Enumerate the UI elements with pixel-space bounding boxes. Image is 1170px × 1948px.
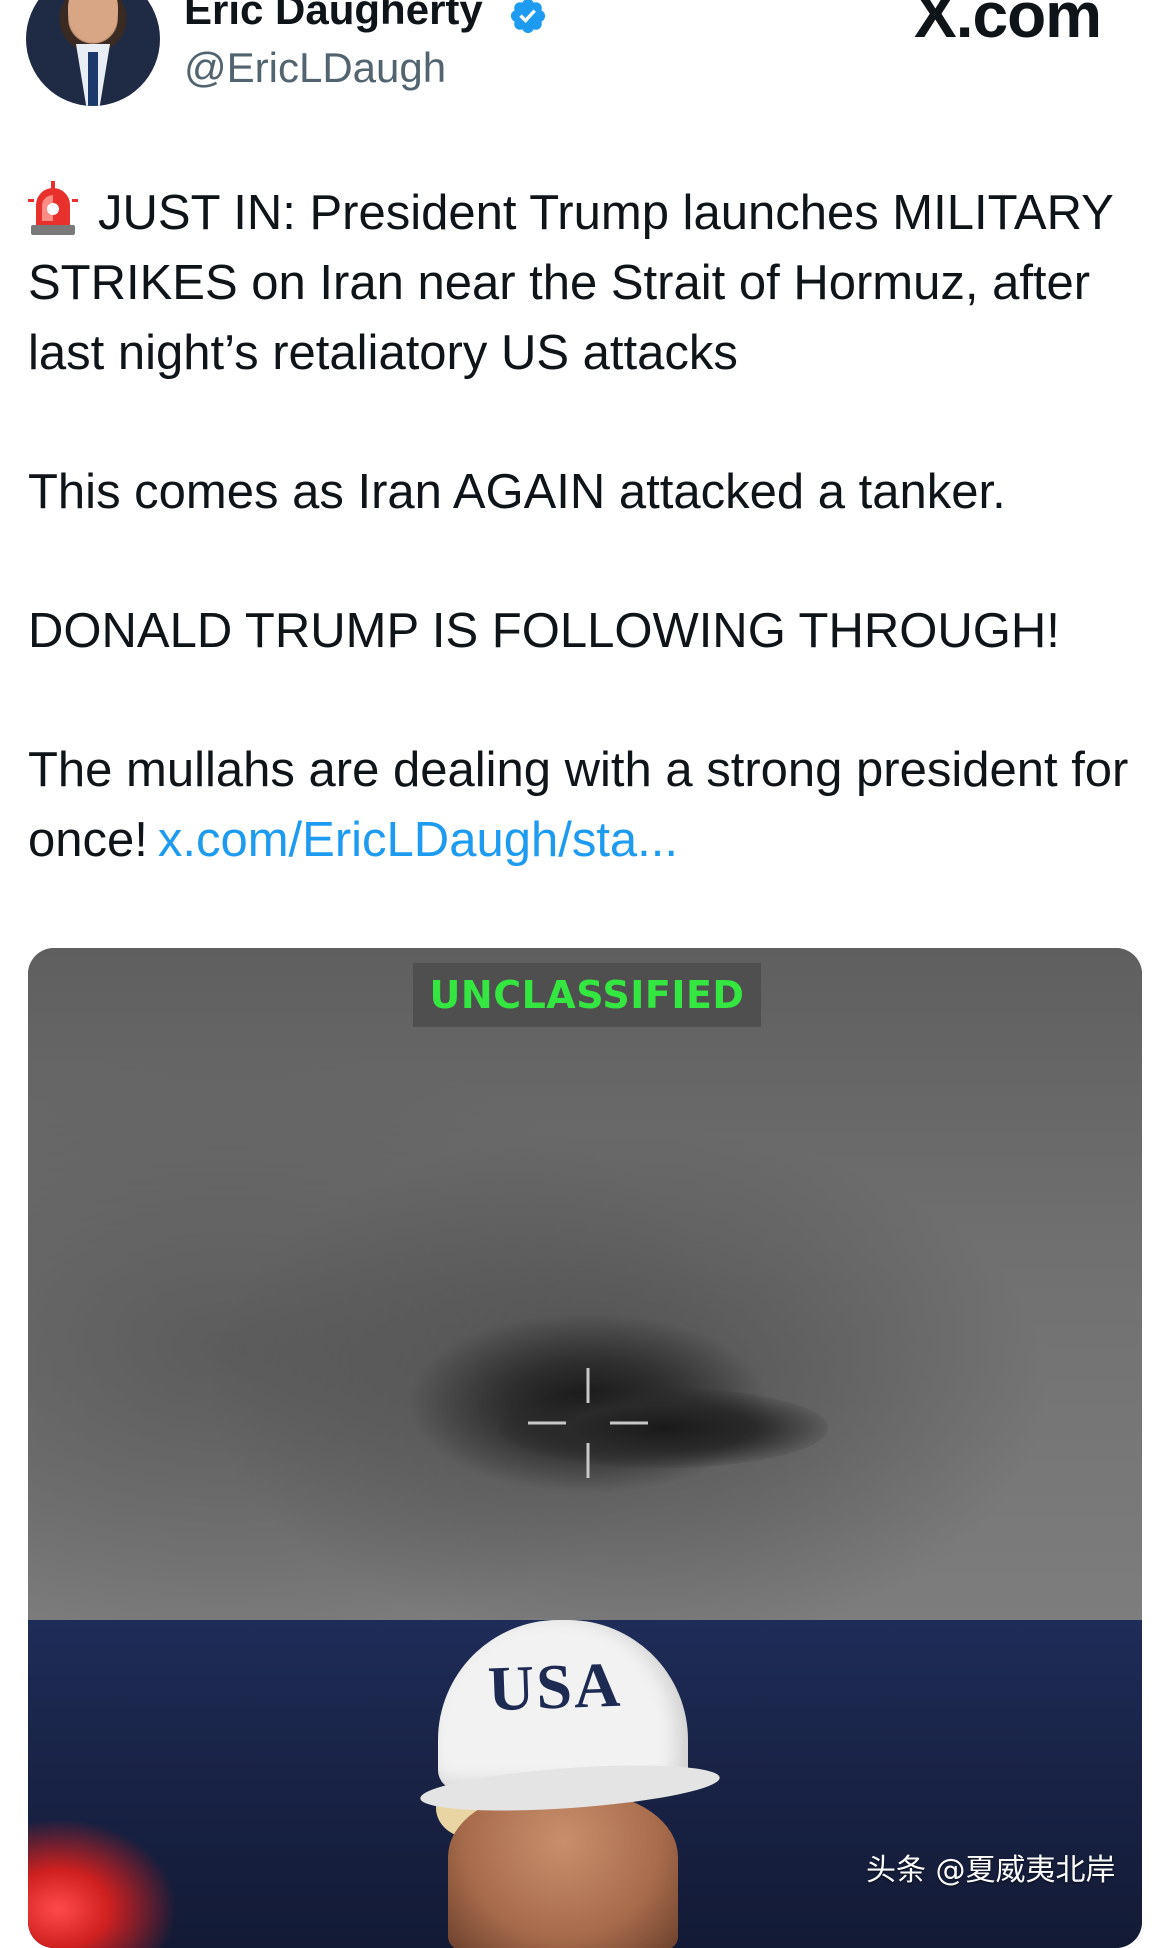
tweet-paragraph-3: DONALD TRUMP IS FOLLOWING THROUGH! [28,604,1060,658]
thermal-footage [28,948,1142,1620]
face [448,1793,678,1948]
verified-badge-icon [510,0,546,34]
unclassified-label: UNCLASSIFIED [413,963,761,1027]
red-light-glow [28,1818,178,1948]
tweet-paragraph-4: The mullahs are dealing with a strong pr… [28,735,1138,875]
tweet-paragraph-1: JUST IN: President Trump launches MILITA… [28,178,1138,388]
avatar-tie [88,52,98,106]
x-logo: X.com [914,0,1102,51]
tweet-media[interactable]: UNCLASSIFIED USA [28,948,1142,1948]
avatar[interactable] [26,0,160,106]
tweet-paragraph-2: This comes as Iran AGAIN attacked a tank… [28,465,1006,519]
tweet-header: Eric Daugherty @EricLDaugh X.com [0,0,1170,120]
watermark: 头条 @夏威夷北岸 [866,1853,1116,1888]
tweet-link[interactable]: x.com/EricLDaugh/sta... [158,813,678,867]
author-display-name[interactable]: Eric Daugherty [184,0,483,34]
avatar-face [68,0,118,42]
crosshair-icon [528,1368,648,1478]
cap-text: USA [486,1648,624,1725]
tweet-body: JUST IN: President Trump launches MILITA… [28,178,1138,875]
tweet-line-1: JUST IN: President Trump launches MILITA… [28,186,1113,380]
rotating-light-icon [28,181,78,237]
author-handle[interactable]: @EricLDaugh [184,44,446,92]
